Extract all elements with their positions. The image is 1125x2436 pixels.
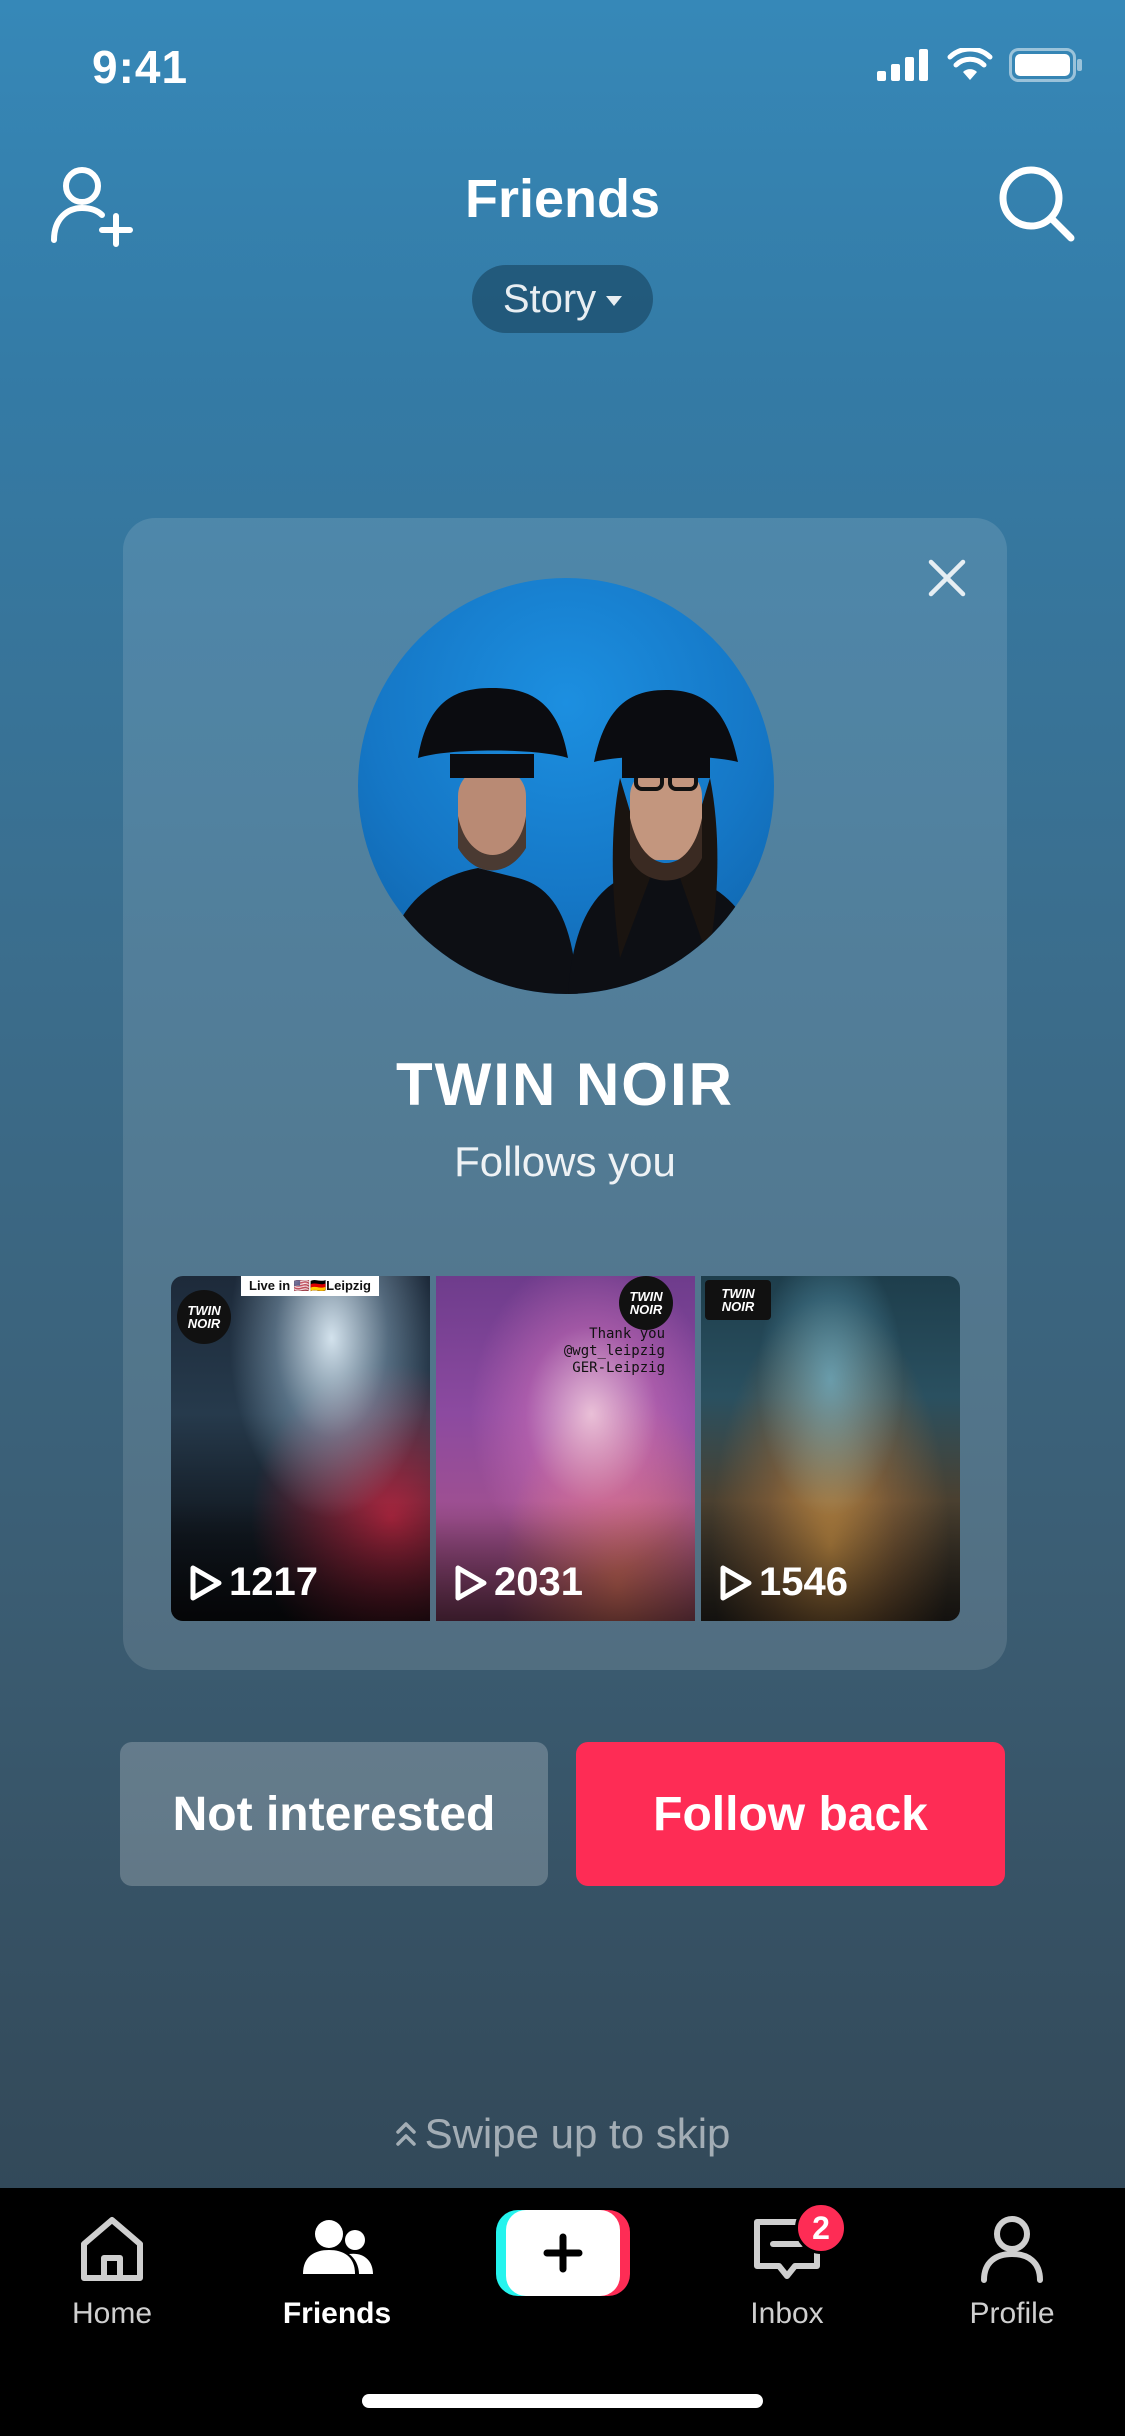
page-title: Friends: [464, 169, 661, 229]
caret-down-icon: [606, 296, 623, 306]
play-icon: [455, 1565, 487, 1600]
view-count-value: 1546: [759, 1560, 848, 1604]
story-filter-dropdown[interactable]: Story: [472, 265, 653, 333]
double-chevron-up-icon: [395, 2122, 416, 2146]
swipe-hint-label: Swipe up to skip: [424, 2110, 731, 2157]
video-thumbnail[interactable]: Live in 🇺🇸🇩🇪Leipzig TWIN NOIR 1217: [171, 1276, 430, 1621]
channel-logo-badge: TWIN NOIR: [619, 1276, 673, 1330]
status-bar: 9:41: [0, 0, 1125, 140]
tab-inbox-label: Inbox: [750, 2297, 824, 2330]
avatar-photo: [378, 688, 768, 994]
battery-icon: [1009, 48, 1082, 82]
tab-friends-label: Friends: [282, 2297, 392, 2330]
tab-profile-label: Profile: [969, 2297, 1055, 2330]
video-thumbnails: Live in 🇺🇸🇩🇪Leipzig TWIN NOIR 1217 TWIN …: [171, 1276, 960, 1621]
search-icon[interactable]: [995, 162, 1077, 244]
status-icons: [877, 48, 1083, 82]
inbox-badge: 2: [795, 2202, 847, 2254]
profile-name: TWIN NOIR: [396, 1051, 734, 1118]
close-icon[interactable]: [927, 558, 967, 598]
cellular-signal-icon: [877, 49, 928, 81]
view-count: 2031: [454, 1560, 583, 1605]
view-count-value: 2031: [494, 1560, 583, 1604]
create-button[interactable]: [496, 2210, 630, 2296]
profile-icon: [981, 2216, 1043, 2283]
tab-home[interactable]: Home: [32, 2208, 192, 2331]
channel-logo-badge: TWIN NOIR: [177, 1290, 231, 1344]
home-indicator: [362, 2394, 763, 2408]
bottom-tab-bar: Home Friends 2 Inbox Profile: [0, 2188, 1125, 2436]
view-count-value: 1217: [229, 1560, 318, 1604]
home-icon: [81, 2217, 143, 2281]
status-time: 9:41: [92, 41, 189, 93]
video-thumbnail[interactable]: TWIN NOIR Thank you @wgt_leipzig GER-Lei…: [436, 1276, 695, 1621]
swipe-hint: Swipe up to skip: [0, 2110, 1125, 2158]
tab-friends[interactable]: Friends: [257, 2208, 417, 2331]
view-count: 1217: [189, 1560, 318, 1605]
video-overlay-text: Thank you @wgt_leipzig GER-Leipzig: [563, 1326, 665, 1376]
friends-icon: [303, 2220, 373, 2274]
play-icon: [720, 1565, 752, 1600]
plus-icon: [543, 2233, 583, 2273]
follow-suggestion-card: TWIN NOIR Follows you Live in 🇺🇸🇩🇪Leipzi…: [123, 518, 1007, 1670]
video-thumbnail[interactable]: TWIN NOIR 1546: [701, 1276, 960, 1621]
avatar[interactable]: [358, 578, 774, 994]
not-interested-button[interactable]: Not interested: [120, 1742, 548, 1886]
top-nav: Friends Story: [0, 140, 1125, 370]
video-overlay-text: Live in 🇺🇸🇩🇪Leipzig: [241, 1276, 379, 1296]
view-count: 1546: [719, 1560, 848, 1605]
tab-inbox[interactable]: 2 Inbox: [707, 2202, 867, 2331]
play-icon: [190, 1565, 222, 1600]
follow-back-button[interactable]: Follow back: [576, 1742, 1005, 1886]
wifi-icon: [947, 48, 993, 80]
tab-home-label: Home: [71, 2297, 153, 2330]
story-filter-label: Story: [502, 276, 597, 321]
follows-you-label: Follows you: [454, 1138, 676, 1185]
tab-profile[interactable]: Profile: [932, 2208, 1092, 2331]
channel-logo-badge: TWIN NOIR: [705, 1280, 771, 1320]
